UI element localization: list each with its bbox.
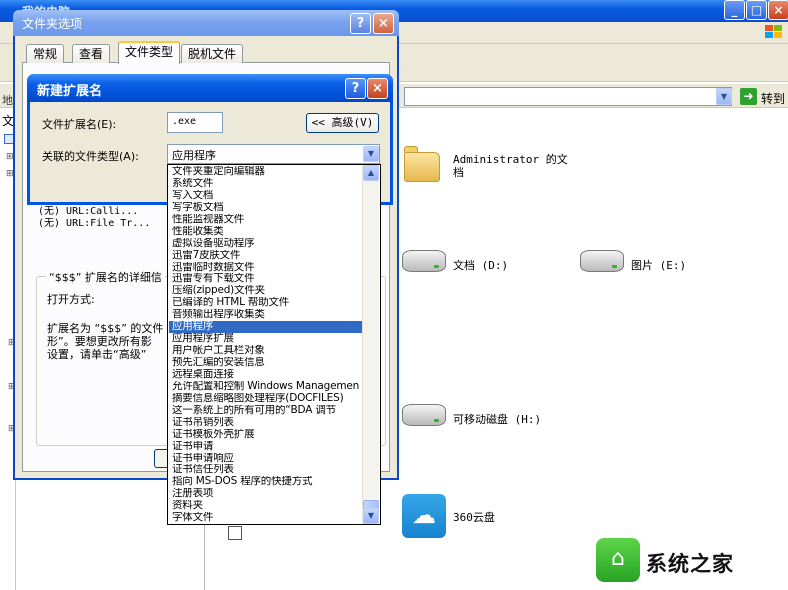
my-documents-label[interactable]: Administrator 的文档 — [453, 153, 573, 179]
dropdown-item[interactable]: 证书模板外壳扩展 — [169, 429, 364, 441]
close-icon: × — [372, 81, 383, 96]
tab-view[interactable]: 查看 — [72, 44, 111, 63]
maximize-icon: □ — [750, 3, 763, 17]
dropdown-item[interactable]: 指向 MS-DOS 程序的快捷方式 — [169, 476, 364, 488]
hard-drive-icon — [402, 250, 446, 272]
address-input[interactable] — [404, 87, 732, 106]
dropdown-item[interactable]: 字体文件 — [169, 512, 364, 524]
cloud-drive-label[interactable]: 360云盘 — [453, 509, 495, 525]
chevron-down-icon: ▼ — [367, 149, 375, 158]
cloud-drive-icon[interactable]: ☁ — [402, 494, 446, 538]
maximize-button[interactable]: □ — [746, 0, 767, 20]
dropdown-item[interactable]: 远程桌面连接 — [169, 369, 364, 381]
associated-type-select[interactable]: 应用程序 — [167, 144, 380, 164]
address-dropdown-button[interactable]: ▼ — [716, 88, 732, 105]
file-type-dropdown-list[interactable]: 文件夹重定向编辑器 系统文件 写入文档 写字板文档 性能监视器文件 性能收集类 虚拟设备驱动… — [167, 164, 381, 525]
details-heading: “$$$” 扩展名的详细信 — [46, 269, 165, 285]
hard-drive-icon — [580, 250, 624, 272]
minimize-button[interactable]: _ — [724, 0, 745, 20]
watermark-logo-icon: ⌂ — [596, 538, 640, 582]
drive-e-item[interactable] — [580, 250, 624, 272]
dropdown-item[interactable]: 注册表项 — [169, 488, 364, 500]
windows-logo-icon — [765, 25, 782, 38]
dropdown-item[interactable]: 系统文件 — [169, 178, 364, 190]
removable-drive-icon — [402, 404, 446, 426]
explorer-close-button[interactable]: × — [768, 0, 788, 20]
drive-d-item[interactable] — [402, 250, 446, 272]
dropdown-scrollbar[interactable] — [362, 165, 379, 524]
help-icon: ? — [356, 16, 365, 31]
folder-options-close-button[interactable]: × — [373, 13, 394, 34]
dropdown-item[interactable]: 这一系统上的所有可用的“BDA 调节 — [169, 405, 364, 417]
dropdown-item[interactable]: 证书信任列表 — [169, 464, 364, 476]
dropdown-item[interactable]: 文件夹重定向编辑器 — [169, 166, 364, 178]
dropdown-item[interactable]: 证书吊销列表 — [169, 417, 364, 429]
go-arrow-icon[interactable]: ➜ — [740, 88, 757, 105]
dropdown-item[interactable]: 写字板文档 — [169, 202, 364, 214]
drive-e-label[interactable]: 图片 (E:) — [631, 257, 686, 273]
dropdown-item[interactable]: 性能监视器文件 — [169, 214, 364, 226]
dropdown-item[interactable]: 虚拟设备驱动程序 — [169, 238, 364, 250]
chevron-down-icon: ▼ — [367, 511, 375, 520]
open-with-label: 打开方式: — [47, 293, 95, 306]
dropdown-item[interactable]: 资料夹 — [169, 500, 364, 512]
dropdown-item[interactable]: 压缩(zipped)文件夹 — [169, 285, 364, 297]
close-icon: × — [378, 16, 389, 31]
dropdown-items: 文件夹重定向编辑器 系统文件 写入文档 写字板文档 性能监视器文件 性能收集类 虚拟设备驱动… — [169, 166, 364, 524]
watermark-text: 系统之家 — [646, 552, 734, 576]
dropdown-item[interactable]: 已编译的 HTML 帮助文件 — [169, 297, 364, 309]
new-extension-title: 新建扩展名 — [37, 84, 103, 99]
scroll-up-button[interactable]: ▲ — [363, 165, 379, 181]
help-icon: ? — [351, 81, 360, 96]
description-text-3: 设置，请单击“高级” — [47, 348, 147, 361]
go-button-label[interactable]: 转到 — [761, 90, 785, 107]
dropdown-item[interactable]: 应用程序 — [169, 321, 364, 334]
partial-icon — [228, 526, 242, 540]
dropdown-item[interactable]: 迅雷专有下载文件 — [169, 273, 364, 285]
dropdown-item[interactable]: 允许配置和控制 Windows Managemen — [169, 381, 364, 393]
tab-file-types[interactable]: 文件类型 — [118, 41, 181, 64]
tab-offline-files[interactable]: 脱机文件 — [181, 44, 244, 63]
scroll-down-button[interactable]: ▼ — [363, 508, 379, 524]
dropdown-item[interactable]: 迅雷临时数据文件 — [169, 262, 364, 274]
address-label: 地 — [2, 94, 13, 107]
dropdown-item[interactable]: 写入文档 — [169, 190, 364, 202]
dropdown-item[interactable]: 预先汇编的安装信息 — [169, 357, 364, 369]
dropdown-item[interactable]: 音频输出程序收集类 — [169, 309, 364, 321]
chevron-up-icon: ▲ — [367, 168, 375, 177]
associated-type-dropdown-button[interactable]: ▼ — [363, 146, 379, 162]
removable-disk-item[interactable] — [402, 404, 446, 426]
folder-options-help-button[interactable]: ? — [350, 13, 371, 34]
minimize-icon: _ — [731, 3, 738, 17]
folder-options-title: 文件夹选项 — [22, 17, 83, 31]
dropdown-item[interactable]: 摘要信息缩略图处理程序(DOCFILES) — [169, 393, 364, 405]
dropdown-item[interactable]: 性能收集类 — [169, 226, 364, 238]
extension-label: 文件扩展名(E): — [42, 118, 117, 131]
drive-d-label[interactable]: 文档 (D:) — [453, 257, 508, 273]
removable-disk-label[interactable]: 可移动磁盘 (H:) — [453, 411, 541, 427]
close-icon: × — [773, 3, 784, 17]
chevron-down-icon: ▼ — [720, 92, 728, 101]
extension-input[interactable]: .exe — [167, 112, 223, 133]
dropdown-item[interactable]: 证书申请响应 — [169, 453, 364, 465]
new-extension-close-button[interactable]: × — [367, 78, 388, 99]
dropdown-item[interactable]: 应用程序扩展 — [169, 333, 364, 345]
dropdown-item[interactable]: 用户帐户工具栏对象 — [169, 345, 364, 357]
associated-type-label: 关联的文件类型(A): — [42, 150, 139, 163]
dropdown-item[interactable]: 迅雷7皮肤文件 — [169, 250, 364, 262]
new-extension-help-button[interactable]: ? — [345, 78, 366, 99]
tab-general[interactable]: 常规 — [26, 44, 65, 63]
dropdown-item[interactable]: 证书申请 — [169, 441, 364, 453]
my-documents-item[interactable] — [404, 146, 440, 182]
advanced-button[interactable]: << 高级(V) — [306, 113, 379, 133]
